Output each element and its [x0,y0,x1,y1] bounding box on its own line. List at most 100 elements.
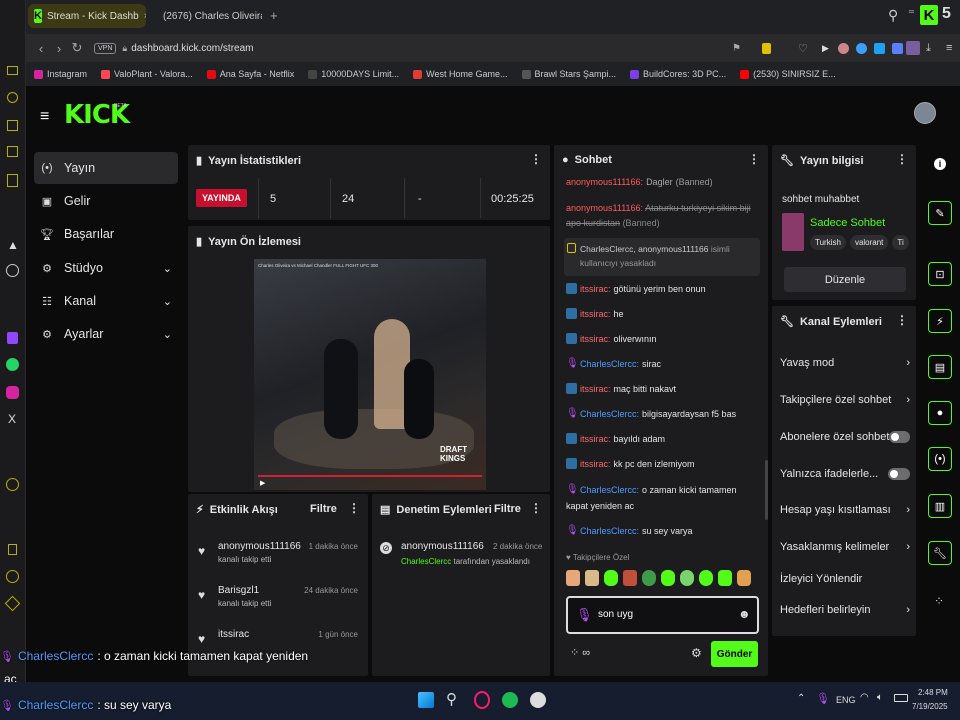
chat-message[interactable]: itssirac: götünü yerim ben onun [566,283,706,294]
sidebar-item-basarilar[interactable]: 🏆︎ Başarılar [34,218,178,250]
clock-time[interactable]: 2:48 PM [918,688,948,697]
instagram-icon[interactable] [6,386,19,399]
chat-message[interactable]: 🎙︎ CharlesClercc: sirac [566,358,661,369]
battery-icon[interactable] [894,694,908,702]
download-icon[interactable]: ⤓ [926,42,931,55]
chat-bubble-icon[interactable]: ● [928,401,952,425]
tag[interactable]: Turkish [810,235,846,250]
history-icon[interactable] [7,92,18,103]
target-icon[interactable]: ⊡ [928,262,952,286]
bookmark-item[interactable]: Instagram [34,69,87,79]
news-icon[interactable] [7,146,18,157]
toggle-switch[interactable] [888,468,910,480]
chat-message[interactable]: itssirac: maç bitti nakavt [566,383,676,394]
kick-extension-icon[interactable]: K [920,5,938,25]
clock-date[interactable]: 7/19/2025 [912,702,948,711]
apps-icon[interactable]: ⁘ [934,594,944,608]
chat-scrollbar[interactable] [765,460,768,520]
chat-message[interactable]: itssirac: oliverwının [566,333,657,344]
sidebar-item-studyo[interactable]: ⚙ Stüdyo ⌄ [34,252,178,284]
close-icon[interactable]: × [144,11,146,22]
tag[interactable]: valorant [849,235,889,250]
sidebar-item-kanal[interactable]: ☷ Kanal ⌄ [34,285,178,317]
tab-youtube[interactable]: (2676) Charles Oliveira v [152,4,262,28]
info-icon[interactable]: i [934,158,946,170]
language-indicator[interactable]: ENG [836,695,856,705]
action-banned-words[interactable]: Yasaklanmış kelimeler › [780,541,910,553]
action-redirect-viewers[interactable]: İzleyici Yönlendir [780,573,910,585]
chat-settings-icon[interactable]: ⚙ [691,646,702,660]
play-icon[interactable]: ▶ [822,43,829,54]
shopping-icon[interactable] [7,120,18,131]
action-subscribers-only[interactable]: Abonelere özel sohbet [780,431,910,443]
document-icon[interactable]: ▤ [928,355,952,379]
search-icon[interactable]: ⚲ [888,7,898,24]
filter-button[interactable]: Filtre [494,503,521,515]
chat-message[interactable]: 🎙︎ CharlesClercc: bilgisayardaysan f5 bas [566,408,736,419]
mail-icon[interactable] [7,174,18,187]
list-item[interactable]: ♥ anonymous111166 1 dakika önce kanalı t… [196,541,364,571]
bookmark-item[interactable]: Ana Sayfa - Netflix [206,69,294,79]
vpn-badge[interactable]: VPN [94,42,117,54]
player-icon[interactable] [6,478,19,491]
spotify-icon[interactable] [502,692,518,708]
app-icon[interactable] [530,692,546,708]
url-field[interactable]: dashboard.kick.com/stream [131,43,253,54]
filter-button[interactable]: Filtre [310,503,337,515]
action-followers-only[interactable]: Takipçilere özel sohbet › [780,394,910,406]
chat-message[interactable]: itssirac: bayıldı adam [566,433,665,444]
tag[interactable]: Ti [892,235,909,250]
menu-icon[interactable]: ≡ [946,42,952,54]
more-options-icon[interactable]: ⋮ [530,152,542,166]
video-player[interactable]: Charles Oliveira vs Michael Chandler FUL… [254,259,486,490]
extension-b-icon[interactable] [856,42,867,54]
back-icon[interactable]: ‹ [32,41,50,56]
extension-c-icon[interactable] [874,42,885,54]
forward-icon[interactable]: › [50,41,68,56]
bookmark-item[interactable]: ValoPlant - Valora... [101,69,193,79]
broadcast-icon[interactable]: (•) [928,447,952,471]
aria-icon[interactable]: ▲ [7,238,19,252]
edit-icon[interactable]: ✎ [928,201,952,225]
minimize-icon[interactable]: ⁼ [908,6,915,22]
category-name[interactable]: Sadece Sohbet [810,217,885,229]
volume-icon[interactable]: 🔈︎ [877,692,883,703]
video-progress-bar[interactable] [258,475,482,477]
chat-message[interactable]: itssirac: he [566,308,624,319]
heart-icon[interactable]: ♡ [798,42,808,55]
emote-row[interactable] [566,570,758,590]
whatsapp-icon[interactable] [6,358,19,371]
microphone-icon[interactable]: 🎙︎ [816,692,830,705]
user-avatar[interactable] [914,102,936,124]
clock-icon[interactable] [6,570,19,583]
opera-taskbar-icon[interactable] [474,691,490,709]
bookmark-item[interactable]: BuildCores: 3D PC... [630,69,726,79]
chat-message[interactable]: itssirac: kk pc den izlemiyom [566,458,695,469]
windows-start-icon[interactable] [418,692,434,708]
chat-message-banned[interactable]: anonymous111166: Dagler (Banned) [566,177,713,187]
action-slow-mode[interactable]: Yavaş mod › [780,357,910,369]
chat-input[interactable]: 🎙︎ son uyg ☻ [566,596,759,634]
action-emotes-only[interactable]: Yalnızca ifadelerle... [780,468,910,480]
extensions-icon[interactable] [4,595,21,612]
more-options-icon[interactable]: ⋮ [896,152,908,166]
pin-icon[interactable] [8,544,17,555]
chat-message-banned[interactable]: anonymous111166: Ataturku turkiyeyi siki… [566,201,756,231]
lightning-icon[interactable]: ⚡︎ [928,309,952,333]
profile-avatar-icon[interactable] [906,41,920,55]
send-button[interactable]: Gönder [711,641,758,667]
new-tab-button[interactable]: + [270,8,278,23]
bookmark-item[interactable]: West Home Game... [413,69,508,79]
reload-icon[interactable]: ↻ [68,40,86,56]
more-options-icon[interactable]: ⋮ [896,313,908,327]
bookmark-item[interactable]: 10000DAYS Limit... [308,69,399,79]
wrench-icon[interactable]: 🔧︎ [928,541,952,565]
chat-message[interactable]: 🎙︎ CharlesClercc: o zaman kicki tamamen [566,484,737,495]
wifi-icon[interactable]: ◠ [860,692,869,703]
sidebar-item-ayarlar[interactable]: ⚙ Ayarlar ⌄ [34,318,178,350]
action-set-goals[interactable]: Hedefleri belirleyin › [780,604,910,616]
action-account-age[interactable]: Hesap yaşı kısıtlaması › [780,504,910,516]
list-item[interactable]: ♥ Barisgzl1 24 dakika önce kanalı takip … [196,585,364,615]
chat-message[interactable]: 🎙︎ CharlesClercc: su sey varya [566,525,693,536]
wallet-icon[interactable] [7,66,18,75]
